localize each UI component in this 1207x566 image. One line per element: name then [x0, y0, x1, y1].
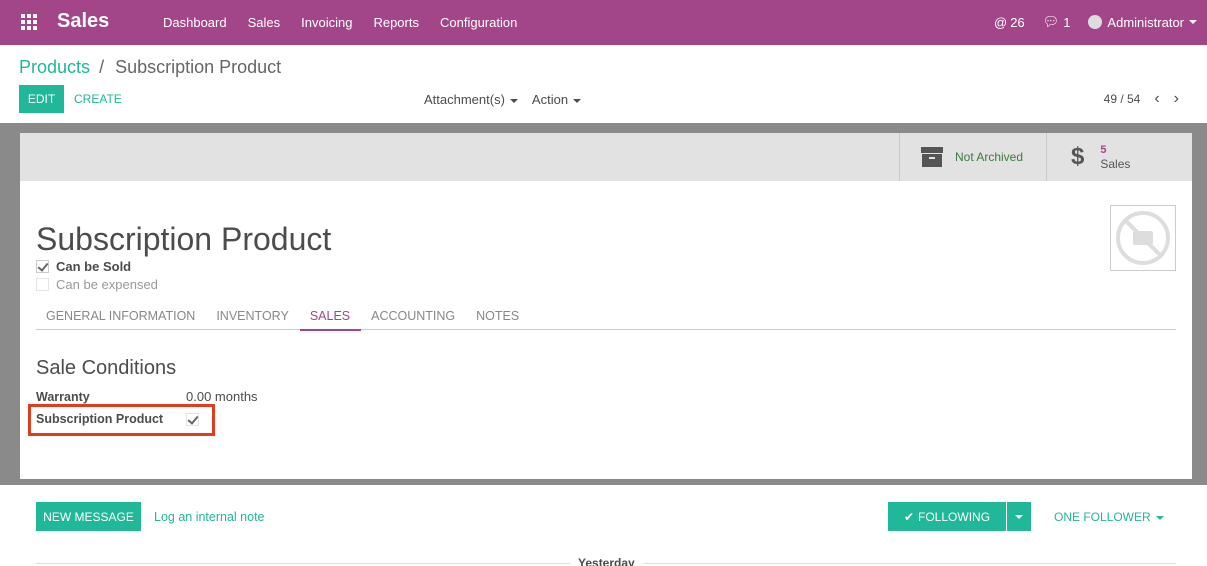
create-button[interactable]: CREATE — [74, 92, 122, 106]
date-separator: Yesterday — [570, 556, 643, 566]
messages-count: 1 — [1063, 14, 1071, 30]
notebook-tabs: GENERAL INFORMATION INVENTORY SALES ACCO… — [36, 305, 1176, 331]
menu-invoicing[interactable]: Invoicing — [301, 15, 352, 30]
warranty-field: Warranty 0.00 months — [36, 389, 258, 404]
dollar-icon: $ — [1071, 143, 1085, 170]
followers-dropdown[interactable]: ONE FOLLOWER — [1054, 510, 1164, 524]
tab-general-information[interactable]: GENERAL INFORMATION — [36, 305, 206, 330]
at-icon: @ — [994, 14, 1008, 30]
caret-down-icon — [1155, 515, 1164, 520]
form-view: Not Archived $ 5 Sales Subscription Prod… — [0, 123, 1207, 485]
main-menu: Dashboard Sales Invoicing Reports Config… — [163, 15, 538, 30]
form-sheet: Not Archived $ 5 Sales Subscription Prod… — [20, 133, 1192, 479]
tab-accounting[interactable]: ACCOUNTING — [361, 305, 466, 330]
warranty-label: Warranty — [36, 389, 90, 404]
action-label: Action — [531, 92, 569, 107]
warranty-value: 0.00 months — [186, 389, 258, 404]
action-dropdown[interactable]: Action — [531, 92, 582, 107]
sales-label: Sales — [1100, 157, 1131, 171]
app-name: Sales — [57, 10, 110, 32]
log-note-link[interactable]: Log an internal note — [154, 510, 265, 524]
following-label: FOLLOWING — [918, 509, 991, 524]
comments-icon: 💬︎ — [1042, 14, 1060, 29]
top-navbar: Sales Dashboard Sales Invoicing Reports … — [0, 0, 1207, 45]
no-photo-icon — [1116, 211, 1170, 265]
new-message-button[interactable]: NEW MESSAGE — [36, 502, 141, 531]
breadcrumb-products[interactable]: Products — [19, 57, 90, 77]
button-box: Not Archived $ 5 Sales — [20, 133, 1192, 181]
archive-toggle-button[interactable]: Not Archived — [899, 133, 1046, 181]
check-icon: ✔ — [903, 509, 915, 524]
breadcrumb-current: Subscription Product — [115, 57, 282, 77]
section-title: Sale Conditions — [36, 357, 177, 379]
archive-status: Not Archived — [955, 150, 1024, 164]
control-panel: Products / Subscription Product EDIT CRE… — [0, 45, 1207, 123]
following-dropdown-toggle[interactable] — [1007, 502, 1031, 531]
avatar — [1088, 15, 1103, 29]
sales-count: 5 — [1100, 144, 1107, 156]
edit-button[interactable]: EDIT — [19, 85, 64, 113]
can-be-sold-checkbox[interactable] — [36, 260, 49, 273]
user-menu[interactable]: Administrator — [1088, 15, 1197, 30]
user-name: Administrator — [1107, 14, 1184, 30]
menu-reports[interactable]: Reports — [373, 15, 419, 30]
can-be-expensed-checkbox[interactable] — [36, 278, 49, 291]
menu-sales[interactable]: Sales — [248, 15, 281, 30]
caret-down-icon — [573, 98, 582, 103]
tab-sales[interactable]: SALES — [299, 305, 362, 331]
breadcrumb: Products / Subscription Product — [19, 57, 281, 78]
mentions-button[interactable]: @ 26 — [994, 15, 1025, 30]
apps-grid-icon[interactable] — [21, 14, 37, 30]
chevron-right-icon[interactable]: › — [1174, 90, 1179, 108]
pager-value[interactable]: 49 / 54 — [1104, 92, 1141, 106]
product-image[interactable] — [1110, 205, 1176, 271]
attachments-dropdown[interactable]: Attachment(s) — [424, 92, 518, 107]
can-be-sold-label: Can be Sold — [56, 259, 132, 274]
can-be-expensed-row: Can be expensed — [36, 277, 158, 292]
attachments-label: Attachment(s) — [424, 92, 505, 107]
chevron-left-icon[interactable]: ‹ — [1154, 90, 1159, 108]
caret-down-icon — [1189, 20, 1197, 24]
followers-label: ONE FOLLOWER — [1054, 510, 1151, 524]
caret-down-icon — [1015, 514, 1023, 519]
mentions-count: 26 — [1010, 14, 1025, 30]
chatter: NEW MESSAGE Log an internal note ✔ FOLLO… — [0, 485, 1207, 566]
can-be-expensed-label: Can be expensed — [56, 277, 158, 292]
systray: @ 26 💬︎ 1 Administrator — [976, 14, 1197, 30]
sidebar-actions: Attachment(s) Action — [424, 92, 595, 107]
sales-stat-button[interactable]: $ 5 Sales — [1046, 133, 1192, 181]
menu-dashboard[interactable]: Dashboard — [163, 15, 227, 30]
tab-inventory[interactable]: INVENTORY — [206, 305, 299, 330]
product-title: Subscription Product — [36, 221, 332, 257]
caret-down-icon — [509, 98, 518, 103]
following-button[interactable]: ✔ FOLLOWING — [888, 502, 1006, 531]
tab-notes[interactable]: NOTES — [466, 305, 530, 330]
messages-button[interactable]: 💬︎ 1 — [1043, 14, 1071, 30]
can-be-sold-row: Can be Sold — [36, 259, 131, 274]
highlight-box — [28, 404, 215, 436]
menu-configuration[interactable]: Configuration — [440, 15, 517, 30]
pager: 49 / 54 ‹ › — [1104, 90, 1179, 108]
archive-icon — [921, 147, 943, 167]
breadcrumb-separator: / — [99, 57, 105, 77]
